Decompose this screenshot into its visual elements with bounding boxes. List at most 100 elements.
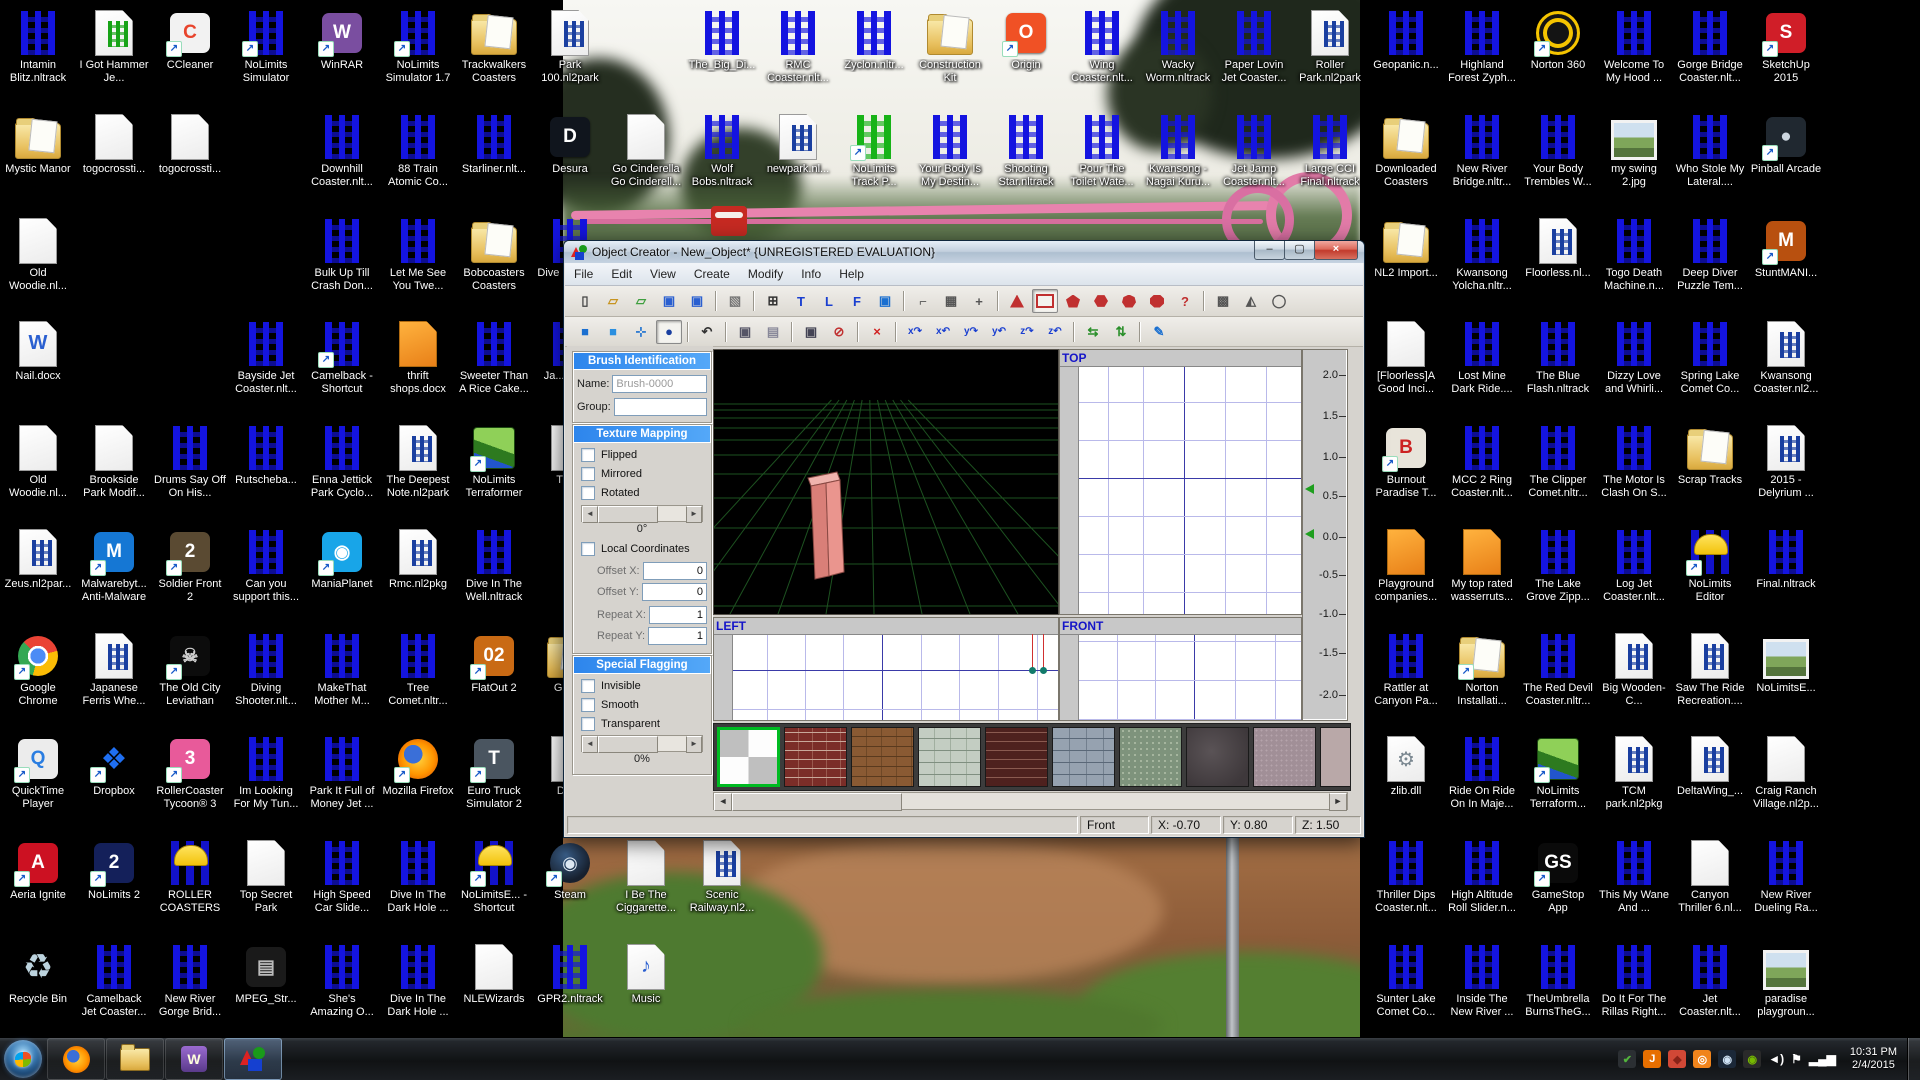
desktop-icon-theumbrella-burnstheg[interactable]: TheUmbrella BurnsTheG...	[1522, 944, 1594, 1019]
texture-swatch-partial[interactable]	[1320, 727, 1351, 787]
local-coordinates-checkbox[interactable]	[581, 542, 595, 556]
desktop-icon-maniaplanet[interactable]: ◉↗ManiaPlanet	[306, 529, 378, 591]
desktop-icon-she-s-amazing-o[interactable]: She's Amazing O...	[306, 944, 378, 1019]
create-custom-button[interactable]: ?	[1172, 289, 1198, 313]
desktop-icon-park-100-nl2park[interactable]: Park 100.nl2park	[534, 10, 606, 85]
desktop-icon-rattler-at-canyon-pa[interactable]: Rattler at Canyon Pa...	[1370, 633, 1442, 708]
tray-volume-icon[interactable]: ◄)	[1768, 1050, 1784, 1068]
desktop-icon-sunter-lake-comet-co[interactable]: Sunter Lake Comet Co...	[1370, 944, 1442, 1019]
desktop-icon-spring-lake-comet-co[interactable]: Spring Lake Comet Co...	[1674, 321, 1746, 396]
desktop-icon-togocrossti[interactable]: togocrossti...	[78, 114, 150, 176]
desktop-icon-gorge-bridge-coaster-nlt[interactable]: Gorge Bridge Coaster.nlt...	[1674, 10, 1746, 85]
select-brush-button[interactable]: ▣	[798, 320, 824, 344]
tray-origin-icon[interactable]: ◆	[1668, 1050, 1686, 1068]
taskbar-app-explorer[interactable]	[106, 1038, 164, 1080]
desktop-icon-nlewizards[interactable]: NLEWizards	[458, 944, 530, 1006]
brush-cube-button[interactable]: ■	[572, 320, 598, 344]
desktop-icon-kwansong-nagai-kuru[interactable]: Kwansong - Nagai Kuru...	[1142, 114, 1214, 189]
brush-name-input[interactable]	[612, 375, 707, 393]
desktop-icon-drums-say-off-on-his[interactable]: Drums Say Off On His...	[154, 425, 226, 500]
scroll-right-arrow[interactable]: ►	[1329, 793, 1347, 811]
menu-create[interactable]: Create	[685, 264, 739, 284]
taskbar-app-object-creator[interactable]	[224, 1038, 282, 1080]
desktop-icon-origin[interactable]: O↗Origin	[990, 10, 1062, 72]
desktop-icon-nolimits-terraform[interactable]: ↗NoLimits Terraform...	[1522, 736, 1594, 811]
desktop-icon-japanese-ferris-whe[interactable]: Japanese Ferris Whe...	[78, 633, 150, 708]
texture-swatch-brick-dark[interactable]	[985, 727, 1048, 787]
desktop-icon-winrar[interactable]: W↗WinRAR	[306, 10, 378, 72]
desktop-icon-i-be-the-ciggarette[interactable]: I Be The Ciggarette...	[610, 840, 682, 915]
desktop-icon-aeria-ignite[interactable]: A↗Aeria Ignite	[2, 840, 74, 902]
desktop-icon-gpr2-nltrack[interactable]: GPR2.nltrack	[534, 944, 606, 1006]
desktop-icon-jet-jamp-coaster-nlt[interactable]: Jet Jamp Coaster.nlt...	[1218, 114, 1290, 189]
desktop-icon-rmc-nl2pkg[interactable]: Rmc.nl2pkg	[382, 529, 454, 591]
desktop-icon-do-it-for-the-rillas-right[interactable]: Do It For The Rillas Right...	[1598, 944, 1670, 1019]
desktop-icon-nolimitse[interactable]: NoLimitsE...	[1750, 633, 1822, 695]
desktop-icon-im-looking-for-my-tun[interactable]: Im Looking For My Tun...	[230, 736, 302, 811]
create-hexagon-button[interactable]	[1088, 289, 1114, 313]
tray-updater-icon[interactable]: ◎	[1693, 1050, 1711, 1068]
transparency-slider[interactable]: ◄►	[581, 735, 703, 752]
desktop-icon-jet-coaster-nlt[interactable]: Jet Coaster.nlt...	[1674, 944, 1746, 1019]
title-bar[interactable]: Object Creator - New_Object* {UNREGISTER…	[564, 241, 1364, 263]
desktop-icon-euro-truck-simulator-2[interactable]: T↗Euro Truck Simulator 2	[458, 736, 530, 811]
desktop-icon-inside-the-new-river[interactable]: Inside The New River ...	[1446, 944, 1518, 1019]
desktop-icon-nolimits-terraformer[interactable]: ↗NoLimits Terraformer	[458, 425, 530, 500]
desktop-icon-stuntmani[interactable]: M↗StuntMANI...	[1750, 218, 1822, 280]
elevation-marker-arrow[interactable]	[1305, 484, 1314, 494]
desktop-icon-sweeter-than-a-rice-cake[interactable]: Sweeter Than A Rice Cake...	[458, 321, 530, 396]
create-heptagon-button[interactable]	[1116, 289, 1142, 313]
desktop-icon-the-deepest-note-nl2park[interactable]: The Deepest Note.nl2park	[382, 425, 454, 500]
desktop-icon-rmc-coaster-nlt[interactable]: RMC Coaster.nlt...	[762, 10, 834, 85]
desktop-icon-togo-death-machine-n[interactable]: Togo Death Machine.n...	[1598, 218, 1670, 293]
desktop-icon-nolimits-editor[interactable]: ↗NoLimits Editor	[1674, 529, 1746, 604]
desktop-icon-new-river-dueling-ra[interactable]: New River Dueling Ra...	[1750, 840, 1822, 915]
desktop-icon-dizzy-love-and-whirli[interactable]: Dizzy Love and Whirli...	[1598, 321, 1670, 396]
desktop-icon-bulk-up-till-crash-don[interactable]: Bulk Up Till Crash Don...	[306, 218, 378, 293]
desktop-icon-starliner-nlt[interactable]: Starliner.nlt...	[458, 114, 530, 176]
desktop-icon-dropbox[interactable]: ❖↗Dropbox	[78, 736, 150, 798]
desktop-icon-my-top-rated-wasserruts[interactable]: My top rated wasserruts...	[1446, 529, 1518, 604]
desktop-icon-norton-installati[interactable]: ↗Norton Installati...	[1446, 633, 1518, 708]
menu-view[interactable]: View	[641, 264, 685, 284]
open-button[interactable]: ▱	[600, 289, 626, 313]
maximize-button[interactable]: ▢	[1284, 241, 1315, 260]
desktop-icon-the-blue-flash-nltrack[interactable]: The Blue Flash.nltrack	[1522, 321, 1594, 396]
desktop-icon-final-nltrack[interactable]: Final.nltrack	[1750, 529, 1822, 591]
desktop-icon-thriller-dips-coaster-nlt[interactable]: Thriller Dips Coaster.nlt...	[1370, 840, 1442, 915]
desktop-icon-mcc-2-ring-coaster-nlt[interactable]: MCC 2 Ring Coaster.nlt...	[1446, 425, 1518, 500]
desktop-icon-wolf-bobs-nltrack[interactable]: Wolf Bobs.nltrack	[686, 114, 758, 189]
view-left-button[interactable]: L	[816, 289, 842, 313]
create-octagon-button[interactable]	[1144, 289, 1170, 313]
repeat-x-input[interactable]	[649, 606, 707, 624]
desktop-icon-downhill-coaster-nlt[interactable]: Downhill Coaster.nlt...	[306, 114, 378, 189]
show-desktop-button[interactable]	[1907, 1038, 1920, 1080]
undo-button[interactable]: ↶	[694, 320, 720, 344]
desktop-icon-who-stole-my-lateral[interactable]: Who Stole My Lateral....	[1674, 114, 1746, 189]
desktop-icon-high-speed-car-slide[interactable]: High Speed Car Slide...	[306, 840, 378, 915]
rotated-checkbox[interactable]	[581, 486, 595, 500]
desktop-icon-your-body-trembles-w[interactable]: Your Body Trembles W...	[1522, 114, 1594, 189]
desktop-icon-top-secret-park[interactable]: Top Secret Park	[230, 840, 302, 915]
desktop-icon-nolimits-simulator[interactable]: ↗NoLimits Simulator	[230, 10, 302, 85]
desktop-icon-go-cinderella-go-cinderell[interactable]: Go Cinderella Go Cinderell...	[610, 114, 682, 189]
tray-network-icon[interactable]: ▂▄▆	[1809, 1050, 1836, 1068]
rotate-z-ccw-button[interactable]: z↶	[1042, 320, 1068, 344]
desktop-icon-thrift-shops-docx[interactable]: thrift shops.docx	[382, 321, 454, 396]
rotate-y-cw-button[interactable]: y↷	[958, 320, 984, 344]
desktop-icon-deltawing[interactable]: DeltaWing_...	[1674, 736, 1746, 798]
tray-steam-icon[interactable]: ◉	[1718, 1050, 1736, 1068]
texture-swatch-brick-brown[interactable]	[851, 727, 914, 787]
desktop-icon-your-body-is-my-destin[interactable]: Your Body Is My Destin...	[914, 114, 986, 189]
desktop-icon-dive-in-the-well-nltrack[interactable]: Dive In The Well.nltrack	[458, 529, 530, 604]
desktop-icon-88-train-atomic-co[interactable]: 88 Train Atomic Co...	[382, 114, 454, 189]
desktop-icon-floorless-a-good-inci[interactable]: [Floorless]A Good Inci...	[1370, 321, 1442, 396]
desktop-icon-desura[interactable]: DDesura	[534, 114, 606, 176]
extrude-button[interactable]: ▩	[1210, 289, 1236, 313]
desktop-icon-ccleaner[interactable]: C↗CCleaner	[154, 10, 226, 72]
desktop-icon-roller-coasters[interactable]: ROLLER COASTERS	[154, 840, 226, 915]
paste-button[interactable]: ▤	[760, 320, 786, 344]
minimize-button[interactable]: –	[1254, 241, 1285, 260]
desktop-icon-let-me-see-you-twe[interactable]: Let Me See You Twe...	[382, 218, 454, 293]
desktop-icon-mpeg-str[interactable]: ▤MPEG_Str...	[230, 944, 302, 1006]
